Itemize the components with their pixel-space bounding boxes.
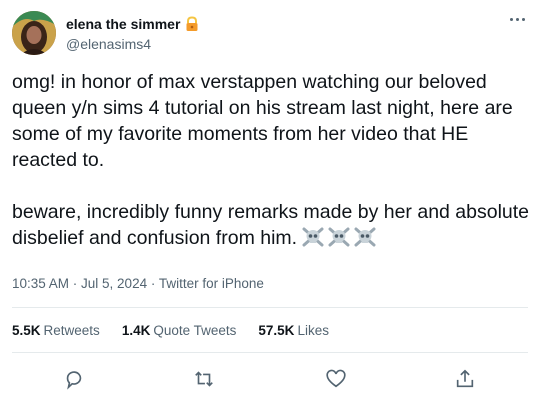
skull-and-crossbones-icon: [328, 227, 350, 247]
handle[interactable]: @elenasims4: [66, 36, 151, 52]
likes-stat[interactable]: 57.5K Likes: [258, 323, 329, 338]
locked-padlock-icon: [184, 16, 200, 32]
name-row: elena the simmer: [66, 15, 200, 33]
quote-tweets-stat[interactable]: 1.4K Quote Tweets: [122, 323, 237, 338]
retweets-count: 5.5K: [12, 323, 41, 338]
quote-tweets-count: 1.4K: [121, 323, 151, 338]
likes-count: 57.5K: [258, 323, 295, 338]
tweet-stats: 5.5K Retweets 1.4K Quote Tweets 57.5K Likes: [12, 323, 329, 338]
skull-and-crossbones-icon: [302, 227, 324, 247]
tweet-actions: [0, 362, 540, 398]
likes-label: Likes: [297, 323, 329, 338]
tweet-text: omg! in honor of max verstappen watching…: [12, 69, 532, 251]
quote-tweets-label: Quote Tweets: [153, 323, 237, 338]
tweet-body: omg! in honor of max verstappen watching…: [12, 71, 530, 249]
skull-and-crossbones-icon: [354, 227, 376, 247]
tweet-timestamp[interactable]: 10:35 AM · Jul 5, 2024 · Twitter for iPh…: [12, 276, 264, 291]
divider: [12, 352, 528, 353]
divider: [12, 307, 528, 308]
tweet: elena the simmer @elenasims4 omg! in hon…: [0, 0, 540, 411]
avatar[interactable]: [12, 11, 56, 55]
display-name[interactable]: elena the simmer: [66, 16, 180, 32]
heart-icon[interactable]: [325, 368, 349, 392]
retweets-label: Retweets: [43, 323, 100, 338]
more-icon[interactable]: [508, 12, 528, 26]
skull-emojis: [301, 226, 377, 248]
retweet-icon[interactable]: [193, 368, 217, 392]
reply-icon[interactable]: [63, 368, 87, 392]
retweets-stat[interactable]: 5.5K Retweets: [12, 323, 100, 338]
share-icon[interactable]: [454, 368, 478, 392]
